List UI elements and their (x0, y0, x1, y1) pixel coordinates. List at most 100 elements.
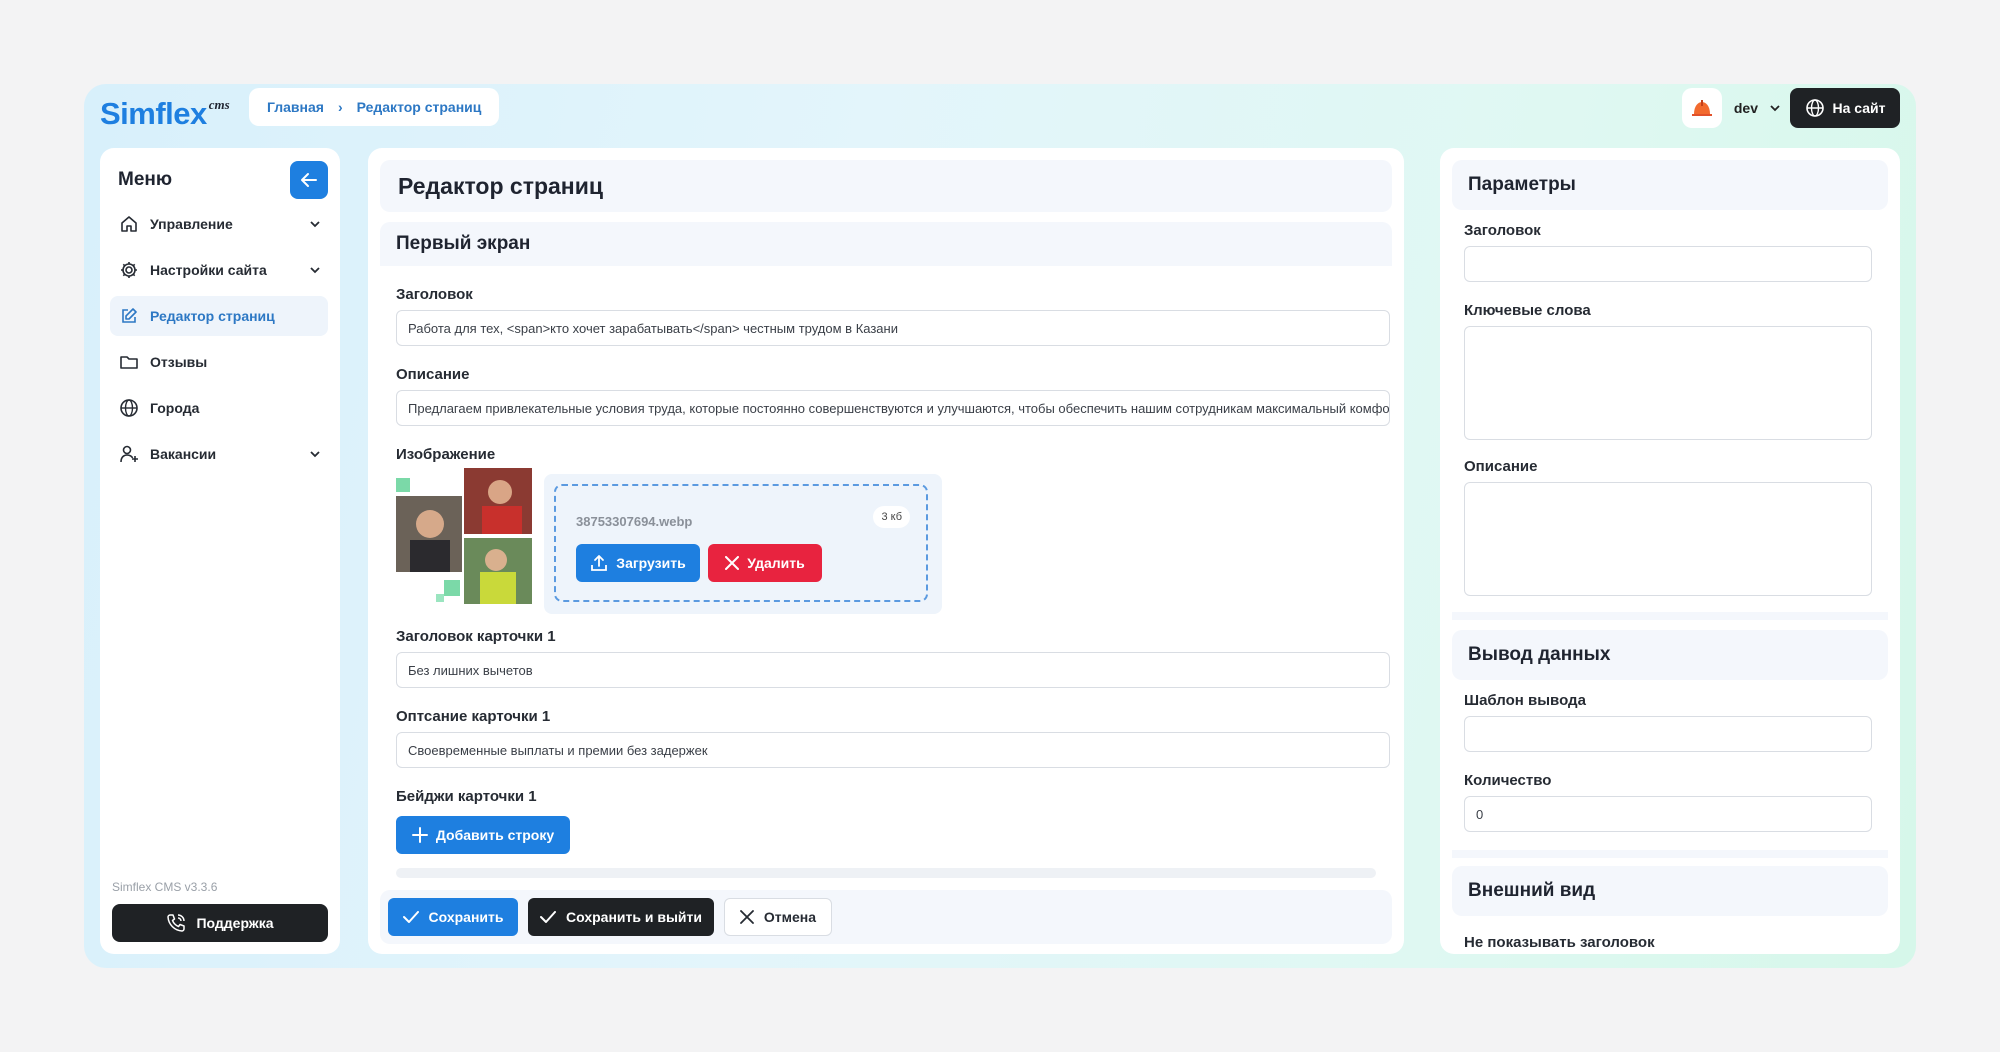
sidebar-item-reviews[interactable]: Отзывы (110, 342, 328, 382)
sidebar-item-management[interactable]: Управление (110, 204, 328, 244)
user-name: dev (1733, 100, 1758, 116)
app-window: Simflex cms Главная › Редактор страниц d… (84, 84, 1916, 968)
hardhat-icon (1691, 100, 1712, 116)
sidebar-header: Меню (118, 160, 328, 200)
plus-icon (411, 827, 428, 843)
sidebar-item-label: Города (150, 400, 200, 416)
card-description-input[interactable]: Своевременные выплаты и премии без задер… (396, 732, 1390, 768)
sidebar-item-label: Отзывы (150, 354, 208, 370)
appearance-title: Внешний вид (1452, 866, 1888, 916)
file-name: 38753307694.webp (576, 514, 693, 529)
form-actions: Сохранить Сохранить и выйти Отмена (380, 890, 1392, 944)
title-label: Заголовок (396, 286, 473, 303)
data-output-title: Вывод данных (1452, 630, 1888, 680)
add-row-button[interactable]: Добавить строку (396, 816, 570, 854)
sidebar-item-page-editor[interactable]: Редактор страниц (110, 296, 328, 336)
avatar (1681, 88, 1722, 128)
card-title-input[interactable]: Без лишних вычетов (396, 652, 1390, 688)
keywords-textarea[interactable] (1464, 326, 1872, 440)
meta-description-label: Описание (1464, 458, 1538, 475)
description-input[interactable]: Предлагаем привлекательные условия труда… (396, 390, 1390, 426)
panel-separator (1452, 612, 1888, 620)
sidebar-item-site-settings[interactable]: Настройки сайта (110, 250, 328, 290)
edit-icon (118, 305, 140, 327)
cancel-label: Отмена (763, 909, 817, 925)
upload-icon (591, 555, 608, 571)
breadcrumb-current[interactable]: Редактор страниц (357, 99, 482, 115)
support-label: Поддержка (196, 915, 274, 931)
panel-separator (1452, 850, 1888, 858)
save-and-exit-label: Сохранить и выйти (566, 909, 702, 925)
sidebar-item-label: Вакансии (150, 446, 217, 462)
image-preview (396, 468, 532, 604)
cancel-button[interactable]: Отмена (724, 898, 832, 936)
support-button[interactable]: Поддержка (112, 904, 328, 942)
meta-title-label: Заголовок (1464, 222, 1541, 239)
section-title: Первый экран (380, 222, 1392, 266)
title-input[interactable]: Работа для тех, <span>кто хочет зарабаты… (396, 310, 1390, 346)
sidebar-item-cities[interactable]: Города (110, 388, 328, 428)
card-badges-label: Бейджи карточки 1 (396, 788, 537, 805)
sidebar: Меню Управление Настройки сайта Редактор… (100, 148, 340, 954)
save-label: Сохранить (428, 909, 504, 925)
output-template-input[interactable] (1464, 716, 1872, 752)
home-icon (118, 213, 140, 235)
image-label: Изображение (396, 446, 496, 463)
parameters-title: Параметры (1452, 160, 1888, 210)
sidebar-item-label: Редактор страниц (150, 308, 275, 324)
delete-label: Удалить (747, 555, 805, 571)
file-size-badge: 3 кб (873, 506, 910, 528)
folder-icon (118, 351, 140, 373)
logo[interactable]: Simflex cms (100, 92, 230, 136)
save-button[interactable]: Сохранить (388, 898, 518, 936)
logo-text: Simflex (100, 96, 207, 131)
go-to-site-button[interactable]: На сайт (1790, 88, 1900, 128)
editor-panel: Редактор страниц Первый экран Заголовок … (368, 148, 1404, 954)
phone-icon (167, 914, 186, 932)
upload-label: Загрузить (616, 555, 686, 571)
globe-icon (118, 397, 140, 419)
meta-title-input[interactable] (1464, 246, 1872, 282)
sidebar-title: Меню (118, 169, 173, 190)
sidebar-item-label: Настройки сайта (150, 262, 267, 278)
chevron-down-icon (310, 267, 320, 274)
card-description-label: Оптсание карточки 1 (396, 708, 551, 725)
delete-button[interactable]: Удалить (708, 544, 822, 582)
breadcrumb-home[interactable]: Главная (267, 99, 324, 115)
sidebar-menu: Управление Настройки сайта Редактор стра… (110, 204, 328, 480)
count-input[interactable]: 0 (1464, 796, 1872, 832)
dropzone[interactable]: 38753307694.webp 3 кб Загрузить Удалить (554, 484, 928, 602)
parameters-panel: Параметры Заголовок Ключевые слова Описа… (1440, 148, 1900, 954)
output-template-label: Шаблон вывода (1464, 692, 1586, 709)
gear-icon (118, 259, 140, 281)
version-text: Simflex CMS v3.3.6 (112, 880, 218, 894)
user-menu[interactable]: dev (1681, 88, 1780, 128)
meta-description-textarea[interactable] (1464, 482, 1872, 596)
check-icon (402, 911, 419, 923)
close-icon (740, 910, 754, 924)
chevron-down-icon (310, 451, 320, 458)
arrow-left-icon (301, 173, 317, 187)
chevron-right-icon: › (337, 99, 343, 115)
count-label: Количество (1464, 772, 1552, 789)
section-divider (396, 868, 1376, 878)
keywords-label: Ключевые слова (1464, 302, 1591, 319)
logo-suffix: cms (208, 97, 230, 112)
sidebar-item-vacancies[interactable]: Вакансии (110, 434, 328, 474)
save-and-exit-button[interactable]: Сохранить и выйти (528, 898, 714, 936)
breadcrumb: Главная › Редактор страниц (249, 88, 500, 126)
sidebar-item-label: Управление (150, 216, 233, 232)
hide-title-label[interactable]: Не показывать заголовок (1464, 934, 1655, 951)
card-title-label: Заголовок карточки 1 (396, 628, 556, 645)
chevron-down-icon (310, 221, 320, 228)
globe-icon (1805, 99, 1824, 117)
page-title: Редактор страниц (380, 160, 1392, 212)
collapse-sidebar-button[interactable] (290, 161, 328, 199)
user-add-icon (118, 443, 140, 465)
description-label: Описание (396, 366, 470, 383)
go-to-site-label: На сайт (1832, 100, 1886, 116)
image-upload-area: 38753307694.webp 3 кб Загрузить Удалить (544, 474, 942, 614)
chevron-down-icon (1770, 105, 1780, 112)
check-icon (540, 911, 556, 923)
upload-button[interactable]: Загрузить (576, 544, 700, 582)
